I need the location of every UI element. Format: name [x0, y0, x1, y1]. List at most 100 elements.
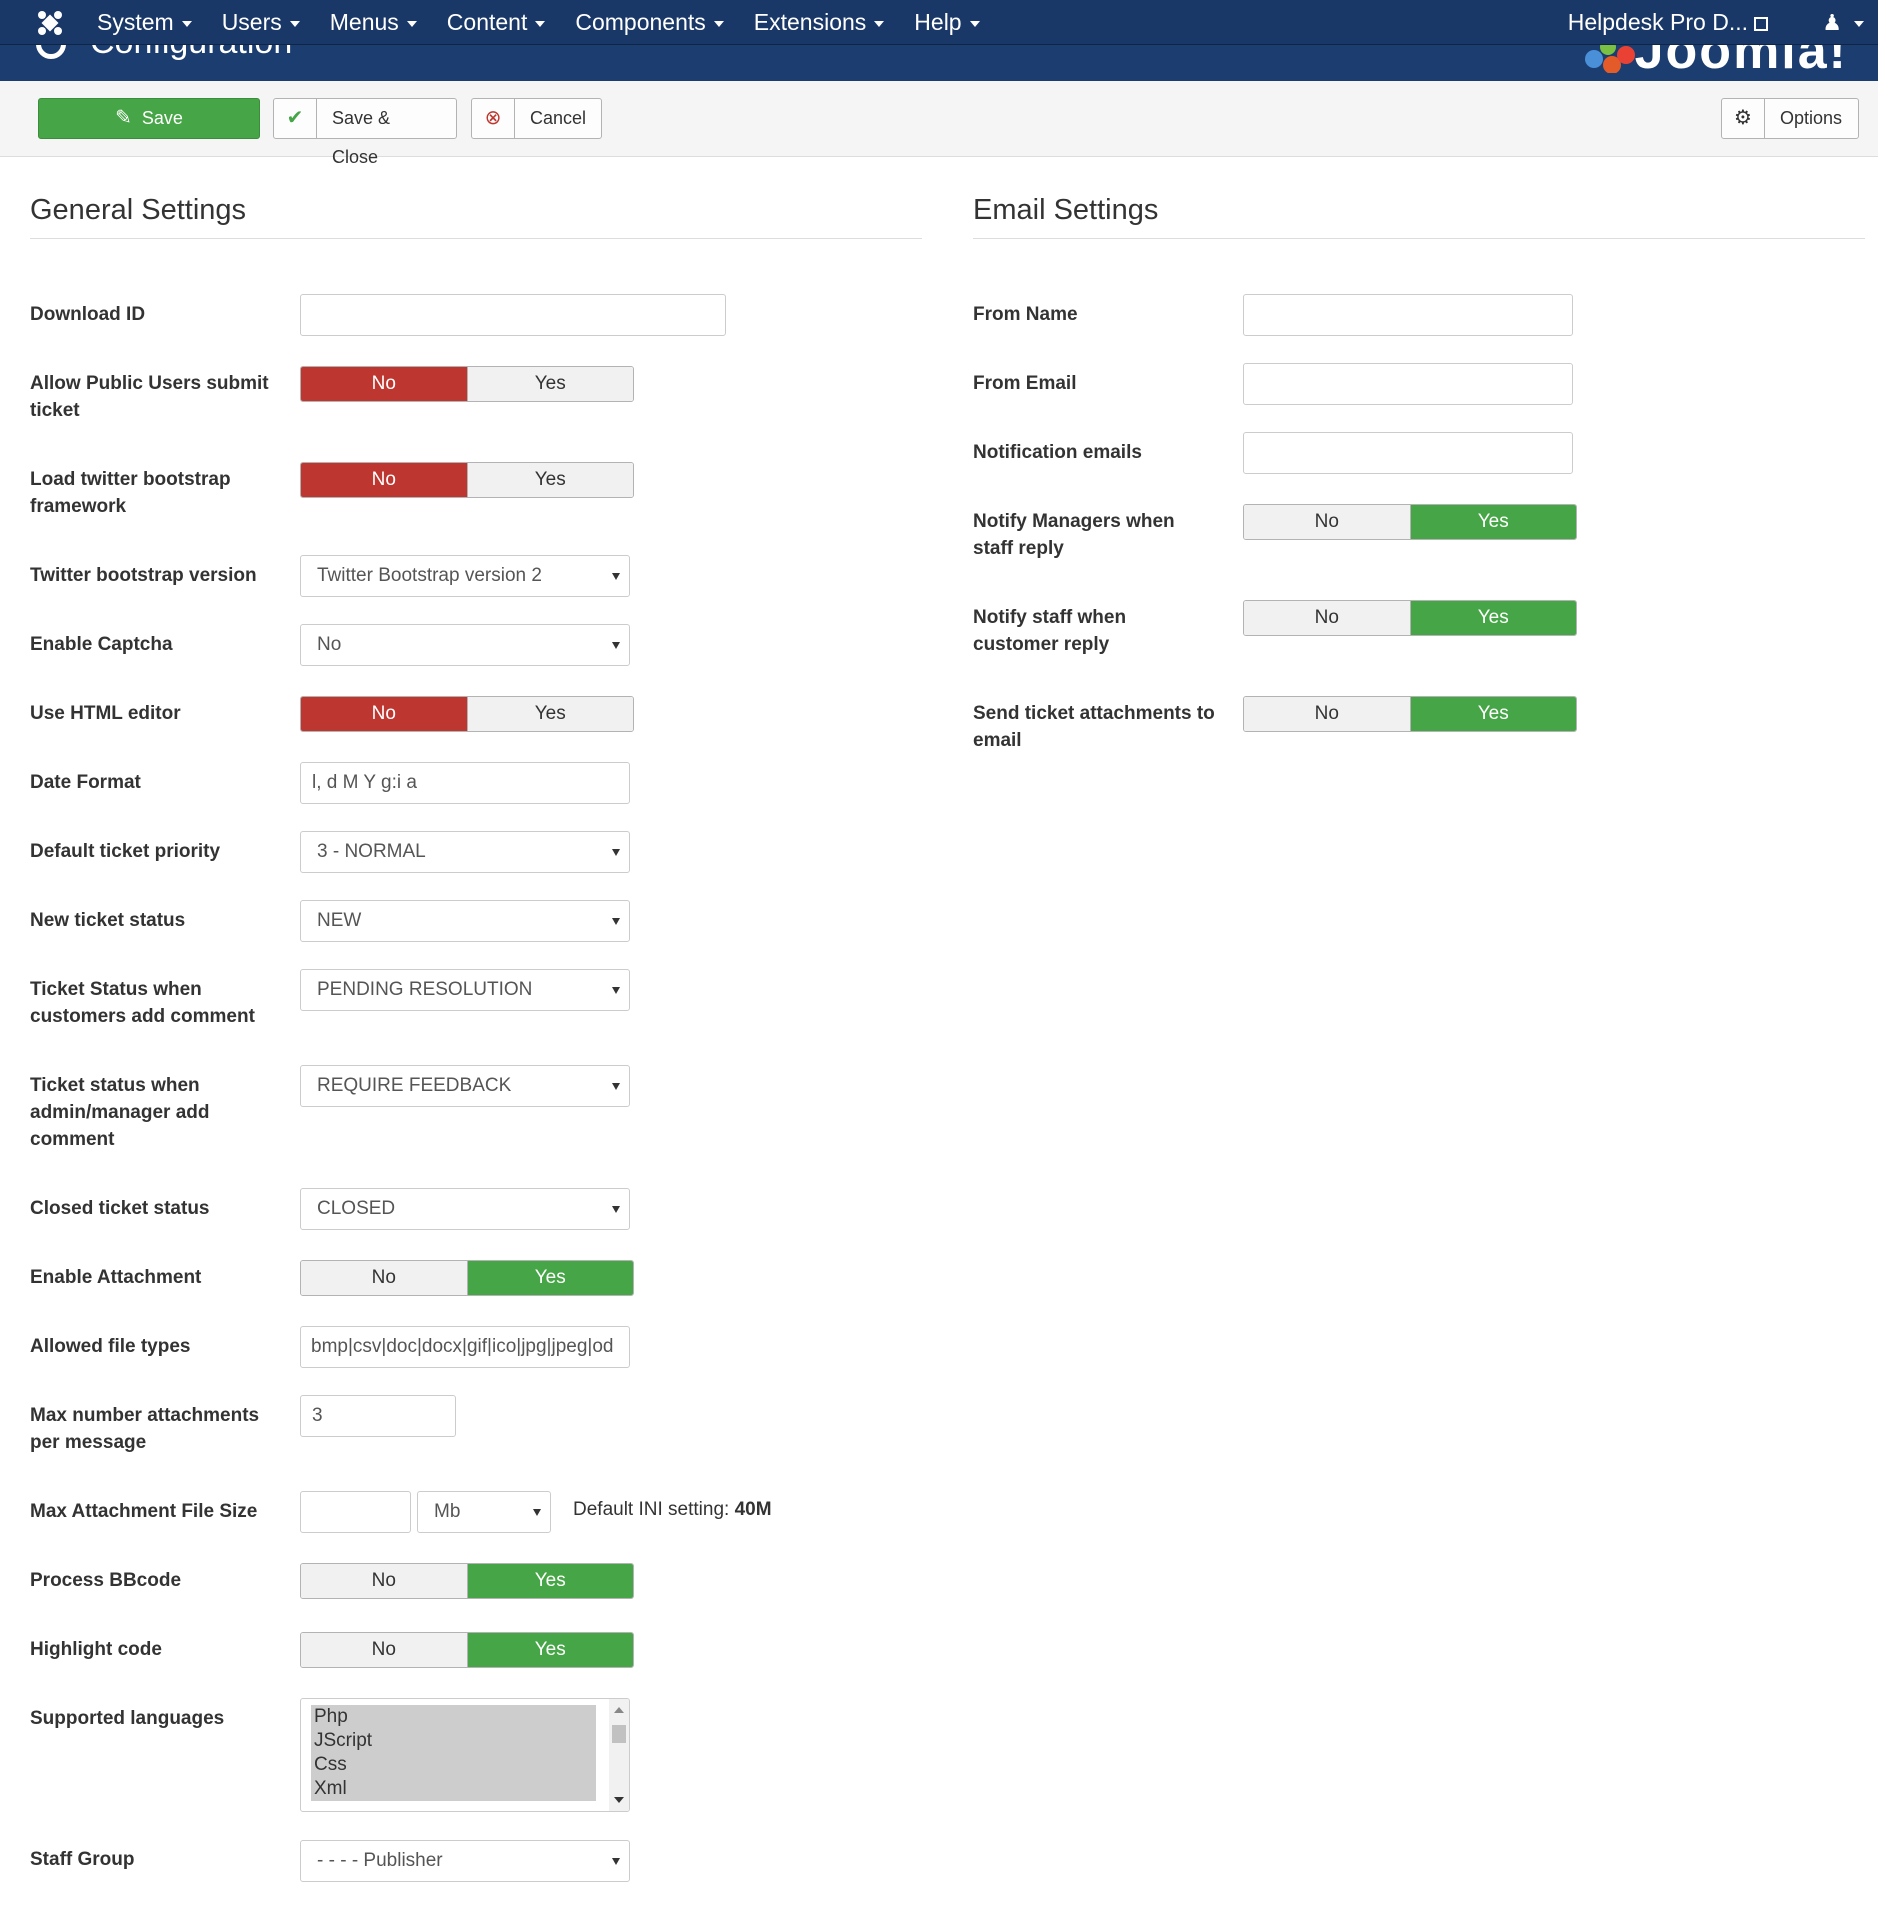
- load-bootstrap-no[interactable]: No: [301, 463, 467, 497]
- file-types-label: Allowed file types: [30, 1336, 191, 1357]
- bbcode-no[interactable]: No: [301, 1564, 467, 1598]
- notify-staff-yes[interactable]: Yes: [1409, 601, 1576, 635]
- priority-select[interactable]: 3 - NORMAL: [300, 831, 630, 873]
- max-size-input[interactable]: [300, 1491, 411, 1533]
- menu-system[interactable]: System: [97, 0, 208, 45]
- notify-staff-no[interactable]: No: [1244, 601, 1410, 635]
- bbcode-label: Process BBcode: [30, 1570, 182, 1591]
- menu-content[interactable]: Content: [447, 0, 562, 45]
- bootstrap-version-label: Twitter bootstrap version: [30, 565, 257, 586]
- notify-managers-no[interactable]: No: [1244, 505, 1410, 539]
- from-name-input[interactable]: [1243, 294, 1573, 336]
- gear-icon: ⚙: [1722, 99, 1765, 138]
- cancel-button[interactable]: ⊗ Cancel: [471, 98, 602, 139]
- highlight-label: Highlight code: [30, 1639, 162, 1660]
- user-menu[interactable]: ♟: [1822, 0, 1864, 45]
- html-editor-yes[interactable]: Yes: [466, 697, 633, 731]
- date-format-label: Date Format: [30, 772, 141, 793]
- notify-managers-toggle: No Yes: [1243, 504, 1577, 540]
- menu-extensions[interactable]: Extensions: [754, 0, 901, 45]
- chevron-down-icon: [612, 573, 620, 580]
- options-button[interactable]: ⚙ Options: [1721, 98, 1859, 139]
- list-item[interactable]: JScript: [311, 1729, 596, 1753]
- check-icon: ✔: [274, 99, 317, 138]
- allow-public-toggle: No Yes: [300, 366, 634, 402]
- admin-comment-status-select[interactable]: REQUIRE FEEDBACK: [300, 1065, 630, 1107]
- general-settings-title: General Settings: [30, 194, 247, 226]
- attachment-no[interactable]: No: [301, 1261, 467, 1295]
- captcha-select[interactable]: No: [300, 624, 630, 666]
- attachment-yes[interactable]: Yes: [466, 1261, 633, 1295]
- load-bootstrap-label: Load twitter bootstrap framework: [30, 469, 231, 517]
- toolbar: ✎ Save ✔ Save & Close ⊗ Cancel ⚙ Options: [0, 81, 1878, 167]
- notify-staff-label: Notify staff when customer reply: [973, 607, 1127, 655]
- chevron-down-icon: [612, 987, 620, 994]
- list-item[interactable]: Xml: [311, 1777, 596, 1801]
- menu-help[interactable]: Help: [914, 0, 995, 45]
- send-attachments-no[interactable]: No: [1244, 697, 1410, 731]
- notification-emails-label: Notification emails: [973, 442, 1142, 463]
- max-attachments-input[interactable]: 3: [300, 1395, 456, 1437]
- captcha-label: Enable Captcha: [30, 634, 173, 655]
- list-item[interactable]: Php: [311, 1705, 596, 1729]
- list-item[interactable]: Css: [311, 1753, 596, 1777]
- from-email-input[interactable]: [1243, 363, 1573, 405]
- user-icon: ♟: [1822, 10, 1842, 35]
- priority-label: Default ticket priority: [30, 841, 221, 862]
- ini-setting-note: Default INI setting: 40M: [573, 1499, 772, 1520]
- notify-staff-toggle: No Yes: [1243, 600, 1577, 636]
- html-editor-no[interactable]: No: [301, 697, 467, 731]
- general-divider: [30, 238, 922, 239]
- bbcode-toggle: No Yes: [300, 1563, 634, 1599]
- chevron-down-icon: [612, 1083, 620, 1090]
- site-link[interactable]: Helpdesk Pro D...: [1568, 0, 1768, 45]
- cog-icon: [36, 45, 66, 59]
- listbox-scrollbar[interactable]: [609, 1699, 629, 1811]
- languages-label: Supported languages: [30, 1708, 225, 1729]
- highlight-toggle: No Yes: [300, 1632, 634, 1668]
- send-attachments-toggle: No Yes: [1243, 696, 1577, 732]
- bbcode-yes[interactable]: Yes: [466, 1564, 633, 1598]
- menu-users[interactable]: Users: [222, 0, 316, 45]
- new-status-select[interactable]: NEW: [300, 900, 630, 942]
- size-unit-select[interactable]: Mb: [417, 1491, 551, 1533]
- menu-components[interactable]: Components: [575, 0, 739, 45]
- notify-managers-label: Notify Managers when staff reply: [973, 511, 1175, 559]
- date-format-input[interactable]: l, d M Y g:i a: [300, 762, 630, 804]
- download-id-input[interactable]: [300, 294, 726, 336]
- save-close-button[interactable]: ✔ Save & Close: [273, 98, 457, 167]
- staff-group-select[interactable]: - - - - Publisher: [300, 1840, 630, 1882]
- file-types-input[interactable]: bmp|csv|doc|docx|gif|ico|jpg|jpeg|od: [300, 1326, 630, 1368]
- chevron-down-icon: [612, 642, 620, 649]
- joomla-logo-icon[interactable]: [35, 8, 65, 38]
- top-navbar: System Users Menus Content Components Ex…: [0, 0, 1878, 45]
- chevron-down-icon: [612, 1206, 620, 1213]
- admin-comment-status-label: Ticket status when admin/manager add com…: [30, 1075, 210, 1150]
- send-attachments-yes[interactable]: Yes: [1409, 697, 1576, 731]
- joomla-brand-icon: [1585, 45, 1635, 73]
- allow-public-no[interactable]: No: [301, 367, 467, 401]
- cancel-circle-icon: ⊗: [472, 99, 515, 138]
- save-button[interactable]: ✎ Save: [38, 98, 260, 139]
- notification-emails-input[interactable]: [1243, 432, 1573, 474]
- new-status-label: New ticket status: [30, 910, 186, 931]
- highlight-yes[interactable]: Yes: [466, 1633, 633, 1667]
- chevron-down-icon: [612, 849, 620, 856]
- customer-comment-status-select[interactable]: PENDING RESOLUTION: [300, 969, 630, 1011]
- bootstrap-version-select[interactable]: Twitter Bootstrap version 2: [300, 555, 630, 597]
- edit-icon: ✎: [115, 107, 132, 129]
- main-menu: System Users Menus Content Components Ex…: [97, 0, 1010, 45]
- attachment-label: Enable Attachment: [30, 1267, 202, 1288]
- html-editor-toggle: No Yes: [300, 696, 634, 732]
- load-bootstrap-yes[interactable]: Yes: [466, 463, 633, 497]
- load-bootstrap-toggle: No Yes: [300, 462, 634, 498]
- customer-comment-status-label: Ticket Status when customers add comment: [30, 979, 255, 1027]
- email-settings-title: Email Settings: [973, 194, 1159, 226]
- menu-menus[interactable]: Menus: [330, 0, 433, 45]
- allow-public-yes[interactable]: Yes: [466, 367, 633, 401]
- highlight-no[interactable]: No: [301, 1633, 467, 1667]
- languages-listbox[interactable]: Php JScript Css Xml: [300, 1698, 630, 1812]
- notify-managers-yes[interactable]: Yes: [1409, 505, 1576, 539]
- external-link-icon: [1754, 17, 1768, 31]
- closed-status-select[interactable]: CLOSED: [300, 1188, 630, 1230]
